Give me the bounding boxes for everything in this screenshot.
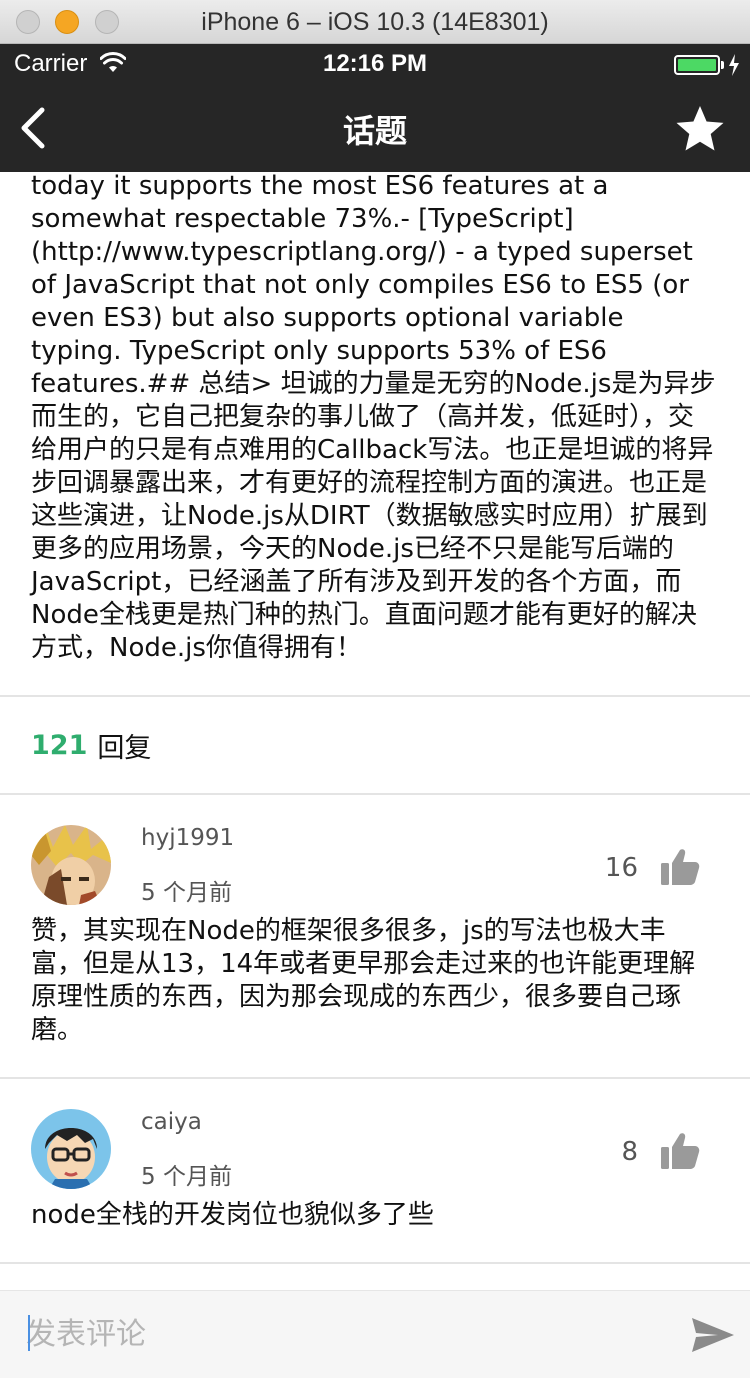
reply-count: 121: [31, 729, 88, 761]
avatar-image: [31, 1109, 111, 1189]
comment-item: hyj1991 5 个月前 16 赞，其实现在Node的框架很多很多，js的写法…: [0, 795, 750, 1077]
comment-username[interactable]: caiya: [141, 1109, 202, 1135]
status-time: 12:16 PM: [322, 50, 428, 77]
comment-text: 赞，其实现在Node的框架很多很多，js的写法也极大丰富，但是从13，14年或者…: [31, 916, 696, 1045]
article-body: today it supports the most ES6 features …: [31, 172, 716, 663]
page-title: 话题: [342, 112, 407, 150]
battery-icon: [674, 55, 720, 75]
topic-content[interactable]: today it supports the most ES6 features …: [0, 172, 750, 1290]
like-button[interactable]: [660, 847, 700, 887]
reply-header: 121 回复: [0, 697, 750, 793]
simulator-titlebar: iPhone 6 – iOS 10.3 (14E8301): [0, 0, 750, 44]
favorite-button[interactable]: [672, 102, 728, 158]
avatar[interactable]: [31, 1109, 111, 1189]
comment-time: 5 个月前: [141, 1164, 232, 1190]
battery-level: [678, 59, 716, 71]
comment-input[interactable]: [26, 1309, 646, 1359]
reply-label: 回复: [97, 732, 152, 764]
comment-composer: [0, 1290, 750, 1378]
send-icon: [692, 1318, 734, 1352]
comment-item: caiya 5 个月前 8 node全栈的开发岗位也貌似多了些: [0, 1079, 750, 1262]
comment-time: 5 个月前: [141, 880, 232, 906]
divider: [0, 1262, 750, 1264]
avatar-image: [31, 825, 111, 905]
simulator-title: iPhone 6 – iOS 10.3 (14E8301): [201, 8, 549, 36]
avatar[interactable]: [31, 825, 111, 905]
like-button[interactable]: [660, 1131, 700, 1171]
send-button[interactable]: [690, 1315, 736, 1355]
status-bar: Carrier 12:16 PM: [0, 44, 750, 84]
battery-cap: [721, 61, 724, 69]
thumbs-up-icon: [661, 1133, 700, 1169]
text-caret: [28, 1315, 30, 1351]
charging-bolt-icon: [729, 54, 739, 76]
star-icon: [676, 106, 724, 151]
thumbs-up-icon: [661, 849, 700, 885]
like-count: 16: [604, 853, 638, 883]
nav-bar: 话题: [0, 84, 750, 172]
comment-text: node全栈的开发岗位也貌似多了些: [31, 1200, 434, 1230]
comment-username[interactable]: hyj1991: [141, 825, 234, 851]
like-count: 8: [621, 1137, 638, 1167]
